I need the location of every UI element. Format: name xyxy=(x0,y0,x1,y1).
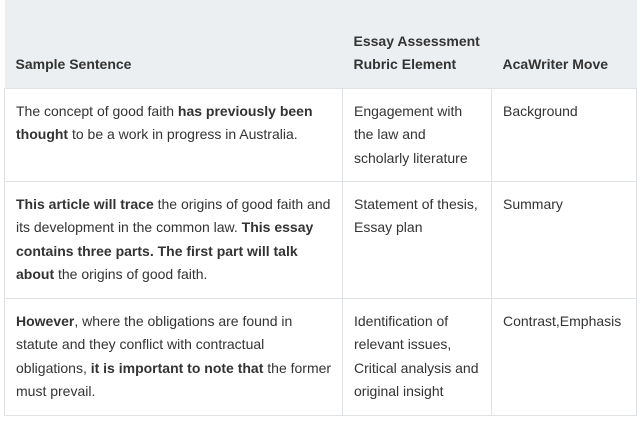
rubric-element-cell: Engagement with the law and scholarly li… xyxy=(342,87,492,182)
sentence-text: to be a work in progress in Australia. xyxy=(68,126,298,142)
sample-sentence-cell: This article will trace the origins of g… xyxy=(4,180,343,299)
header-acawriter-move: AcaWriter Move xyxy=(502,56,609,72)
acawriter-move-cell: Contrast,Emphasis xyxy=(491,297,637,416)
rubric-element-cell: Identification of relevant issues, Criti… xyxy=(342,297,492,416)
sample-sentence-cell: However, where the obligations are found… xyxy=(4,297,343,416)
table-row: However, where the obligations are found… xyxy=(4,297,637,416)
acawriter-move-cell: Summary xyxy=(491,180,637,299)
rubric-table: Sample Sentence Essay Assessment Rubric … xyxy=(4,0,637,416)
acawriter-move-cell: Background xyxy=(491,87,637,182)
table-header: Sample Sentence Essay Assessment Rubric … xyxy=(4,0,637,88)
sentence-text: The concept of good faith xyxy=(16,102,178,119)
highlighted-phrase: However xyxy=(16,312,75,329)
header-rubric-element: Essay Assessment Rubric Element xyxy=(353,32,480,73)
table-body: The concept of good faith has previously… xyxy=(4,87,637,416)
header-sample-sentence: Sample Sentence xyxy=(15,56,132,72)
table-row: This article will trace the origins of g… xyxy=(4,180,637,299)
table-row: The concept of good faith has previously… xyxy=(4,87,637,182)
sentence-text: the origins of good faith. xyxy=(54,266,208,282)
highlighted-phrase: This article will trace xyxy=(16,195,154,212)
highlighted-phrase: it is important to note that xyxy=(90,359,264,376)
sample-sentence-cell: The concept of good faith has previously… xyxy=(4,87,343,182)
rubric-element-cell: Statement of thesis, Essay plan xyxy=(342,180,492,299)
header-row: Sample Sentence Essay Assessment Rubric … xyxy=(4,0,637,88)
